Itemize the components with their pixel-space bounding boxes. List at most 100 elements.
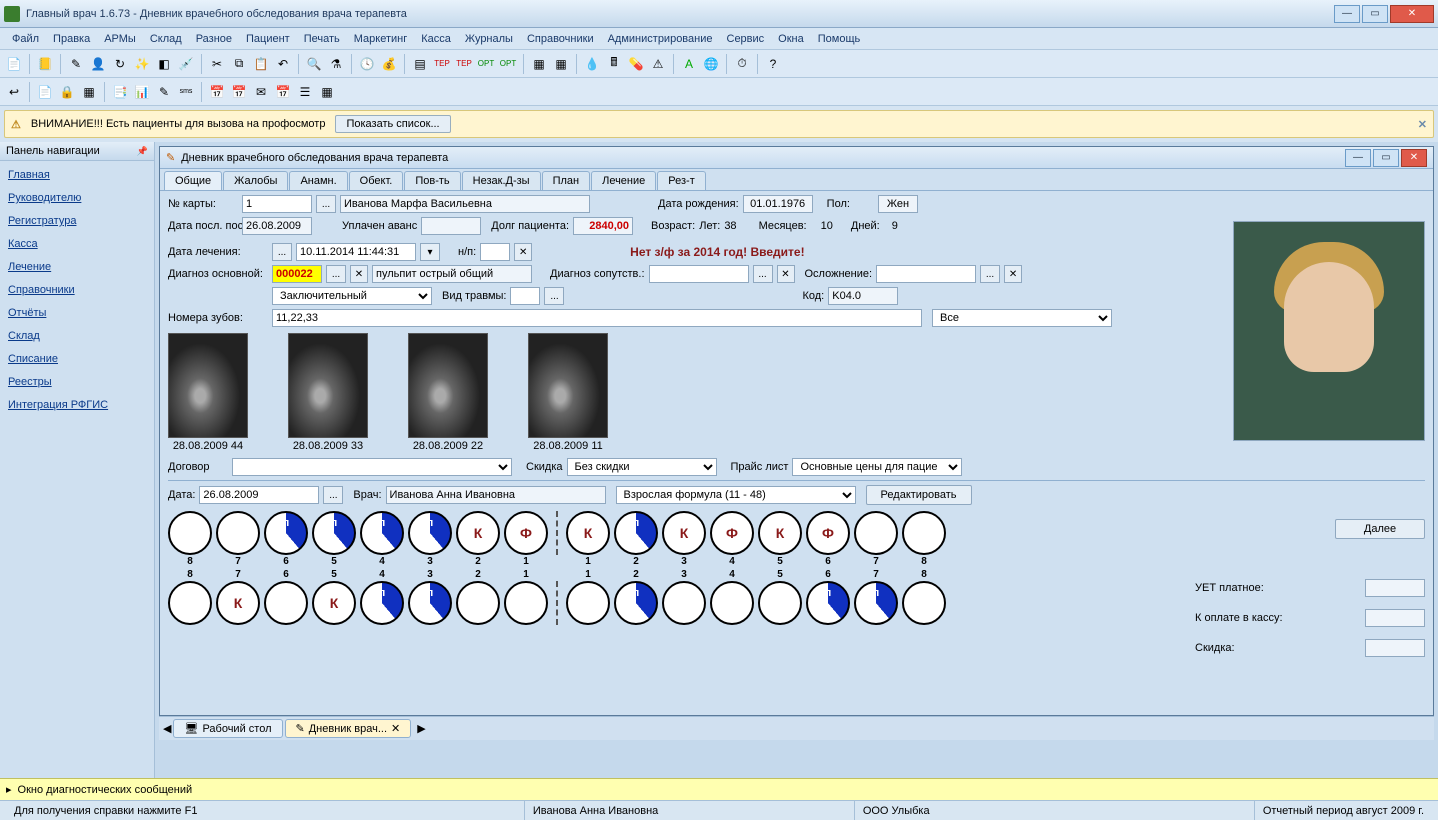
tab-scroll-left[interactable]: ◀ bbox=[163, 722, 171, 735]
nav-Списание[interactable]: Списание bbox=[8, 353, 146, 365]
tab-Незак.Д-зы[interactable]: Незак.Д-зы bbox=[462, 171, 541, 190]
tb2-3[interactable]: ▦ bbox=[79, 82, 99, 102]
trauma-input[interactable] bbox=[510, 287, 540, 305]
edit-button[interactable]: Редактировать bbox=[866, 485, 972, 505]
tb2-2[interactable]: 🔒 bbox=[57, 82, 77, 102]
tooth[interactable]: п6 bbox=[264, 511, 308, 555]
menu-Окна[interactable]: Окна bbox=[772, 31, 810, 47]
tb-grid2[interactable]: ▦ bbox=[551, 54, 571, 74]
next-button[interactable]: Далее bbox=[1335, 519, 1425, 539]
visit-date-pick[interactable]: ... bbox=[323, 486, 343, 504]
tooth[interactable]: п4 bbox=[360, 511, 404, 555]
tb-copy[interactable]: ⧉ bbox=[229, 54, 249, 74]
tooth[interactable]: К3 bbox=[662, 511, 706, 555]
nav-Склад[interactable]: Склад bbox=[8, 330, 146, 342]
tooth[interactable]: 8 bbox=[168, 581, 212, 625]
tb-wand[interactable]: ✨ bbox=[132, 54, 152, 74]
tb-clock[interactable]: 🕓 bbox=[357, 54, 377, 74]
nav-Регистратура[interactable]: Регистратура bbox=[8, 215, 146, 227]
maximize-button[interactable]: ▭ bbox=[1362, 5, 1388, 23]
tb-find[interactable]: 🔍 bbox=[304, 54, 324, 74]
tooth[interactable]: 8 bbox=[902, 581, 946, 625]
tooth[interactable]: 3 bbox=[662, 581, 706, 625]
tb-filter[interactable]: ⚗ bbox=[326, 54, 346, 74]
tooth[interactable]: 4 bbox=[710, 581, 754, 625]
tooth[interactable]: К1 bbox=[566, 511, 610, 555]
tooth[interactable]: 5 bbox=[758, 581, 802, 625]
sub-minimize[interactable]: — bbox=[1345, 149, 1371, 167]
alert-close[interactable]: ✕ bbox=[1418, 118, 1427, 131]
compl-input[interactable] bbox=[876, 265, 976, 283]
close-button[interactable]: ✕ bbox=[1390, 5, 1434, 23]
tooth[interactable]: 6 bbox=[264, 581, 308, 625]
diag-sec-input[interactable] bbox=[649, 265, 749, 283]
tooth[interactable]: К5 bbox=[758, 511, 802, 555]
tooth[interactable]: п2 bbox=[614, 511, 658, 555]
tab-Рез-т[interactable]: Рез-т bbox=[657, 171, 705, 190]
menu-Администрирование[interactable]: Администрирование bbox=[602, 31, 719, 47]
tab-Жалобы[interactable]: Жалобы bbox=[223, 171, 288, 190]
tb-money[interactable]: 💰 bbox=[379, 54, 399, 74]
tb2-sms[interactable]: sms bbox=[176, 82, 196, 102]
tb-calc[interactable]: 🖩 bbox=[604, 54, 624, 74]
tab-Пов-ть[interactable]: Пов-ть bbox=[404, 171, 460, 190]
tb-opt1[interactable]: OPT bbox=[476, 54, 496, 74]
tb-user[interactable]: 👤 bbox=[88, 54, 108, 74]
nav-Касса[interactable]: Касса bbox=[8, 238, 146, 250]
tb2-6[interactable]: ✎ bbox=[154, 82, 174, 102]
show-list-button[interactable]: Показать список... bbox=[335, 115, 450, 133]
diag-main-code[interactable] bbox=[272, 265, 322, 283]
tb-help[interactable]: ? bbox=[763, 54, 783, 74]
nav-Главная[interactable]: Главная bbox=[8, 169, 146, 181]
menu-Файл[interactable]: Файл bbox=[6, 31, 45, 47]
nav-Справочники[interactable]: Справочники bbox=[8, 284, 146, 296]
tb-syringe[interactable]: 💉 bbox=[176, 54, 196, 74]
diag-main-pick[interactable]: ... bbox=[326, 265, 346, 283]
menu-АРМы[interactable]: АРМы bbox=[98, 31, 142, 47]
visit-date[interactable] bbox=[199, 486, 319, 504]
tab-Лечение[interactable]: Лечение bbox=[591, 171, 656, 190]
teeth-input[interactable] bbox=[272, 309, 922, 327]
tb-pill[interactable]: 💊 bbox=[626, 54, 646, 74]
menu-Склад[interactable]: Склад bbox=[144, 31, 188, 47]
minimize-button[interactable]: — bbox=[1334, 5, 1360, 23]
np-clear[interactable]: ✕ bbox=[514, 243, 532, 261]
sub-maximize[interactable]: ▭ bbox=[1373, 149, 1399, 167]
expand-icon[interactable]: ▸ bbox=[6, 783, 12, 796]
tooth[interactable]: Ф6 bbox=[806, 511, 850, 555]
tb2-1[interactable]: 📄 bbox=[35, 82, 55, 102]
tb-doc[interactable]: ▤ bbox=[410, 54, 430, 74]
tooth[interactable]: К2 bbox=[456, 511, 500, 555]
tab-scroll-right[interactable]: ▶ bbox=[417, 722, 425, 735]
tb-new[interactable]: 📄 bbox=[4, 54, 24, 74]
tooth[interactable]: п5 bbox=[312, 511, 356, 555]
tb-undo[interactable]: ↶ bbox=[273, 54, 293, 74]
tooth[interactable]: 1 bbox=[566, 581, 610, 625]
tab-Анамн.[interactable]: Анамн. bbox=[289, 171, 347, 190]
bottab-diary[interactable]: ✎ Дневник врач... ✕ bbox=[285, 719, 412, 738]
tooth[interactable]: п7 bbox=[854, 581, 898, 625]
tb-drop[interactable]: 💧 bbox=[582, 54, 602, 74]
xray[interactable]: 28.08.2009 11 bbox=[528, 333, 608, 452]
tb-cut[interactable]: ✂ bbox=[207, 54, 227, 74]
tooth[interactable]: п3 bbox=[408, 581, 452, 625]
sub-close[interactable]: ✕ bbox=[1401, 149, 1427, 167]
contract-select[interactable] bbox=[232, 458, 512, 476]
nav-Отчёты[interactable]: Отчёты bbox=[8, 307, 146, 319]
tb-globe[interactable]: 🌐 bbox=[701, 54, 721, 74]
menu-Маркетинг[interactable]: Маркетинг bbox=[348, 31, 413, 47]
tooth[interactable]: п3 bbox=[408, 511, 452, 555]
menu-Печать[interactable]: Печать bbox=[298, 31, 346, 47]
tooth[interactable]: 7 bbox=[216, 511, 260, 555]
tooth[interactable]: Ф4 bbox=[710, 511, 754, 555]
tooth[interactable]: 1 bbox=[504, 581, 548, 625]
tb-clock2[interactable]: ⏱ bbox=[732, 54, 752, 74]
pricelist-select[interactable]: Основные цены для пацие bbox=[792, 458, 962, 476]
tb2-mail[interactable]: ✉ bbox=[251, 82, 271, 102]
tooth[interactable]: К7 bbox=[216, 581, 260, 625]
card-pick[interactable]: ... bbox=[316, 195, 336, 213]
tb2-cal1[interactable]: 📅 bbox=[207, 82, 227, 102]
compl-pick[interactable]: ... bbox=[980, 265, 1000, 283]
teeth-filter[interactable]: Все bbox=[932, 309, 1112, 327]
tb-opt2[interactable]: OPT bbox=[498, 54, 518, 74]
